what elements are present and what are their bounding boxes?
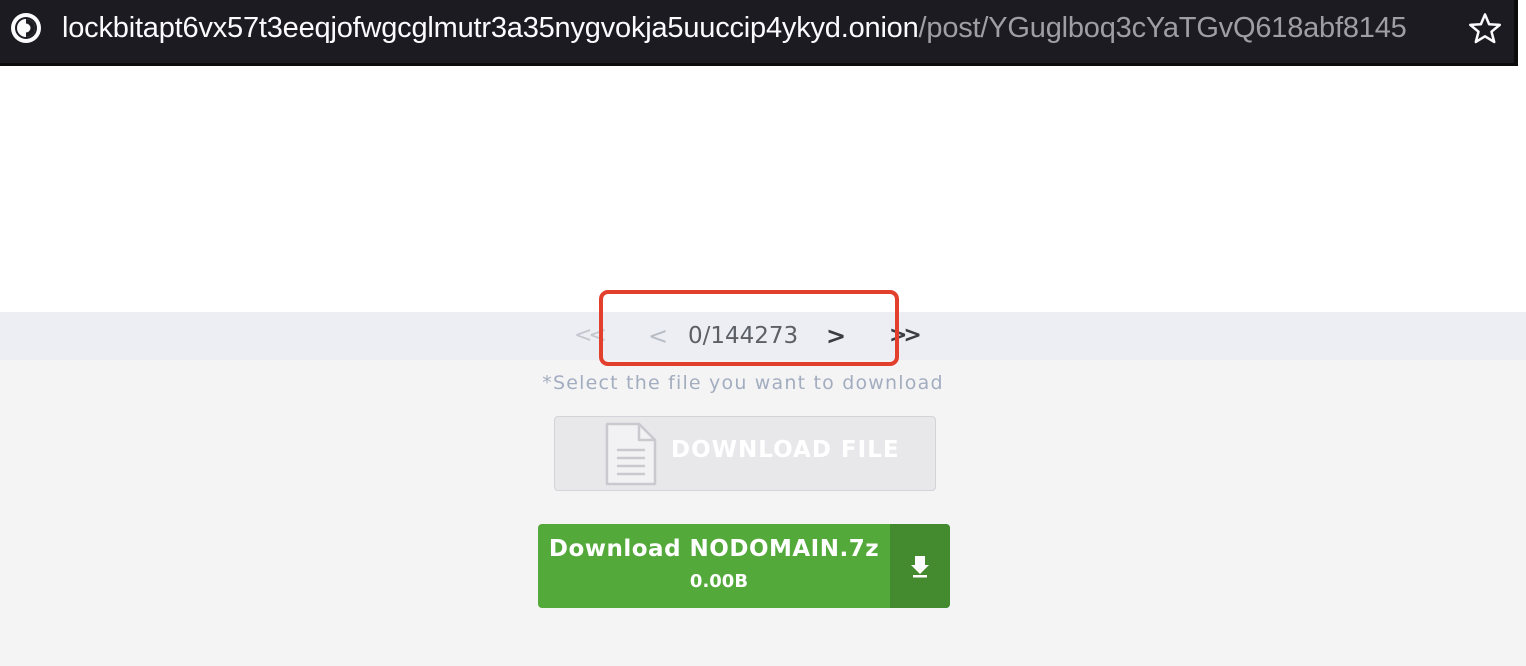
download-archive-button[interactable]: Download NODOMAIN.7z 0.00B [538, 524, 950, 608]
download-section [0, 360, 1526, 666]
highlight-annotation [599, 290, 899, 366]
download-archive-main[interactable]: Download NODOMAIN.7z 0.00B [538, 524, 890, 608]
select-file-hint: *Select the file you want to download [542, 372, 944, 394]
download-file-button[interactable]: DOWNLOAD FILE [554, 416, 936, 491]
address-bar[interactable]: lockbitapt6vx57t3eeqjofwgcglmutr3a35nygv… [0, 0, 1518, 66]
url-text[interactable]: lockbitapt6vx57t3eeqjofwgcglmutr3a35nygv… [62, 10, 1454, 46]
download-archive-size: 0.00B [689, 571, 749, 592]
download-archive-title: Download NODOMAIN.7z [548, 536, 880, 562]
download-arrow-icon [911, 556, 929, 578]
star-outline-icon[interactable] [1466, 10, 1504, 48]
page-content: << < 0/144273 > >> *Select the file you … [0, 69, 1526, 666]
download-archive-icon-area[interactable] [890, 524, 950, 608]
url-path: /post/YGuglboq3cYaTGvQ618abf8145 [918, 12, 1407, 44]
onion-icon[interactable] [10, 12, 42, 44]
document-icon [605, 422, 657, 486]
url-host: lockbitapt6vx57t3eeqjofwgcglmutr3a35nygv… [62, 12, 919, 44]
download-file-label: DOWNLOAD FILE [671, 437, 900, 463]
